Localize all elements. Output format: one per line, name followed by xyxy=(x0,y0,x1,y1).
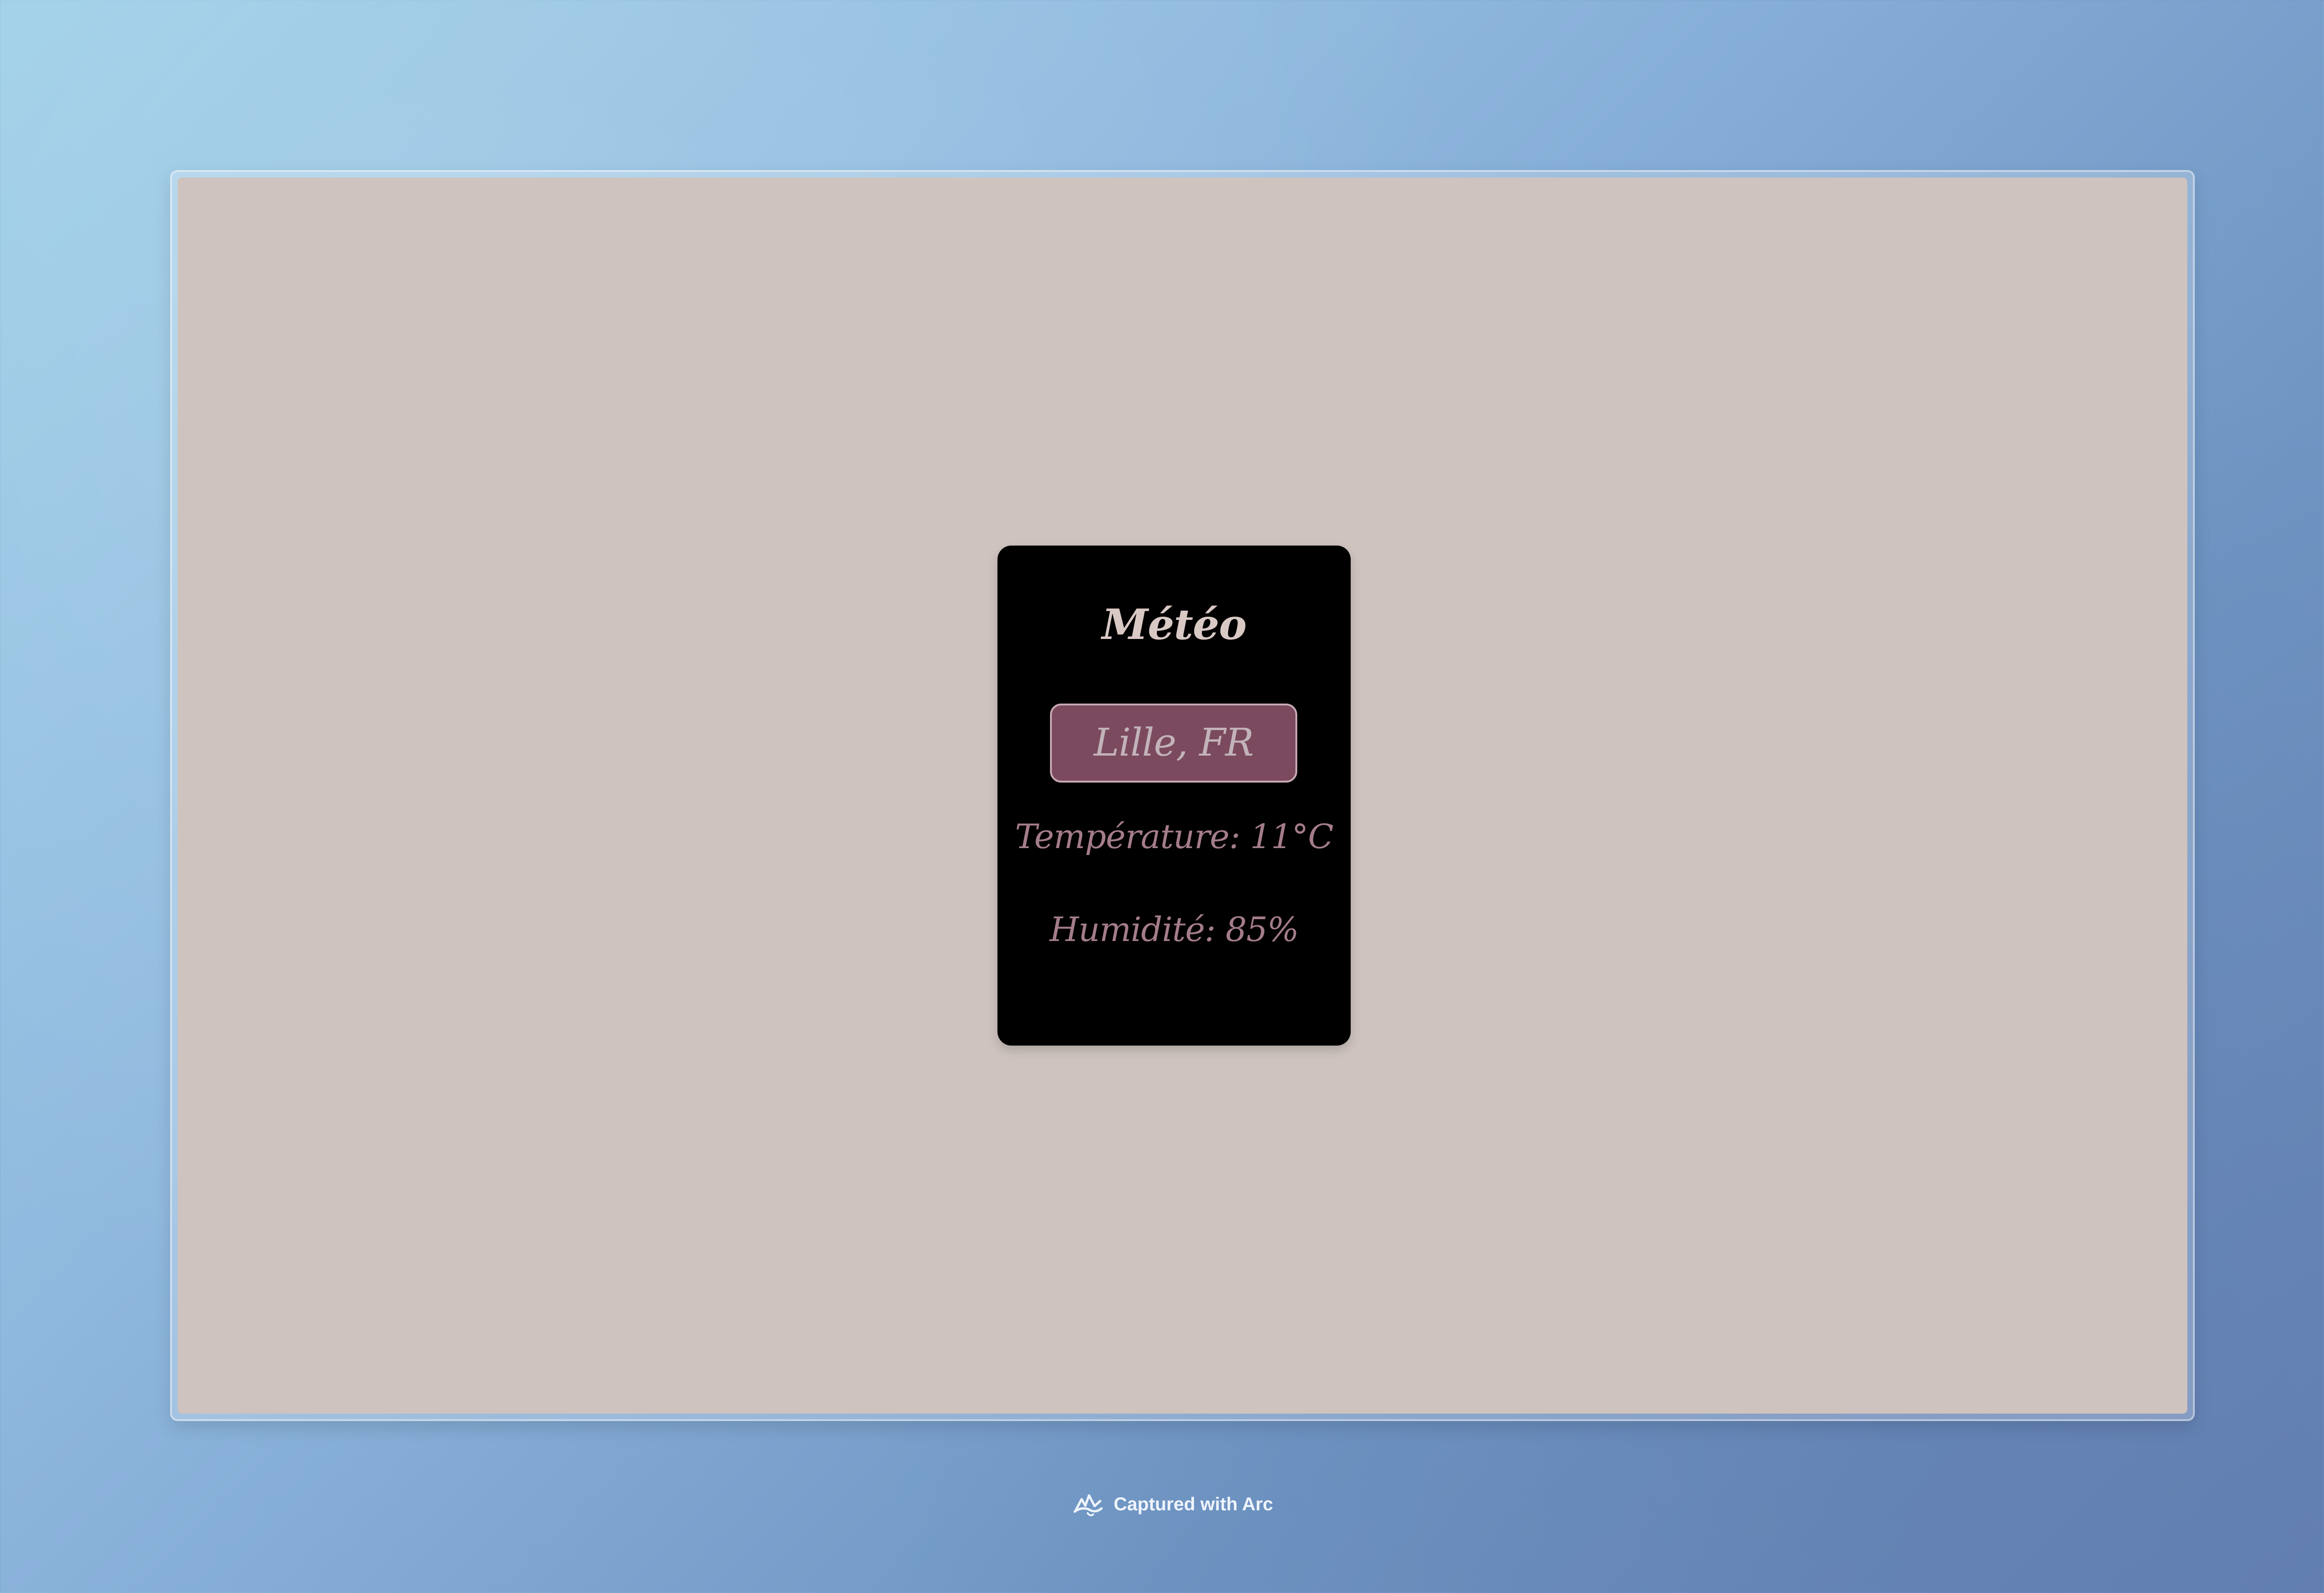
capture-badge-text: Captured with Arc xyxy=(1114,1494,1273,1514)
browser-window-frame: Météo Lille, FR Température: 11°C Humidi… xyxy=(170,170,2195,1421)
arc-logo-icon xyxy=(1071,1490,1105,1519)
city-button-label: Lille, FR xyxy=(1094,721,1254,765)
weather-title: Météo xyxy=(1102,600,1247,649)
temperature-text: Température: 11°C xyxy=(1015,817,1334,856)
city-button[interactable]: Lille, FR xyxy=(1050,704,1297,783)
humidity-text: Humidité: 85% xyxy=(1050,910,1299,949)
capture-badge: Captured with Arc xyxy=(1071,1490,1273,1519)
page-canvas: Météo Lille, FR Température: 11°C Humidi… xyxy=(178,178,2187,1414)
weather-card: Météo Lille, FR Température: 11°C Humidi… xyxy=(997,546,1351,1046)
